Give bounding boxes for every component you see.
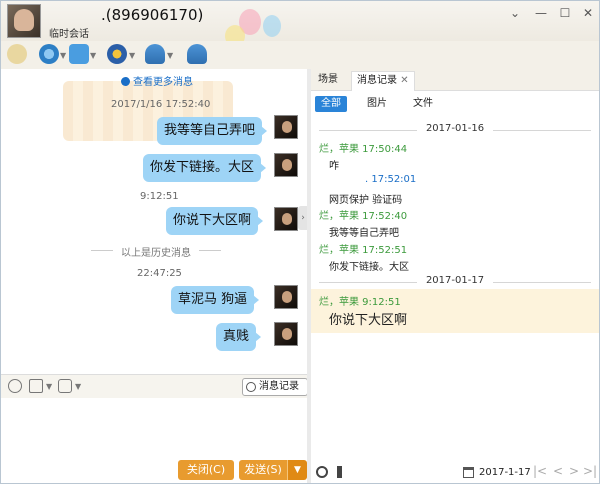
message-input[interactable] xyxy=(1,398,307,456)
chevron-down-icon[interactable]: ▼ xyxy=(90,51,96,60)
record-text: 我等等自己弄吧 xyxy=(329,228,399,239)
first-page-button[interactable]: |< xyxy=(533,464,547,478)
sender-avatar[interactable] xyxy=(274,322,298,346)
message-timestamp: 22:47:25 xyxy=(137,268,182,279)
record-meta: . 17:52:01 xyxy=(365,174,417,185)
speaker-icon[interactable] xyxy=(337,466,349,478)
filter-images[interactable]: 图片 xyxy=(361,96,393,112)
block-user-icon[interactable] xyxy=(145,44,165,64)
filter-files[interactable]: 文件 xyxy=(407,96,439,112)
sender-avatar[interactable] xyxy=(274,207,298,231)
history-footer: 2017-1-17 |< < > >| xyxy=(311,461,599,483)
send-bar: 关闭(C) 发送(S) ▼ xyxy=(1,456,307,483)
history-panel: 场景 消息记录 ✕ 全部 图片 文件 2017-01-16 烂，苹果 17:50… xyxy=(311,69,599,483)
tab-scene[interactable]: 场景 xyxy=(313,71,343,91)
record-meta: 烂，苹果 9:12:51 xyxy=(319,297,401,308)
message-timestamp: 9:12:51 xyxy=(140,191,179,202)
message-bubble[interactable]: 草泥马 狗逼 xyxy=(171,286,260,314)
view-more-link[interactable]: 查看更多消息 xyxy=(121,73,193,88)
message-bubble[interactable]: 真贱 xyxy=(216,323,262,351)
send-options-dropdown[interactable]: ▼ xyxy=(287,460,307,480)
remote-assist-icon[interactable] xyxy=(107,44,127,64)
history-date[interactable]: 2017-1-17 xyxy=(479,467,531,478)
message-bubble[interactable]: 我等等自己弄吧 xyxy=(157,117,268,145)
contact-name: .(896906170) xyxy=(101,6,204,24)
record-meta: 烂，苹果 17:50:44 xyxy=(319,144,408,155)
calendar-icon[interactable] xyxy=(463,467,474,478)
history-divider: 以上是历史消息 xyxy=(91,244,221,259)
filter-tabs: 全部 图片 文件 xyxy=(311,93,599,115)
close-window-button[interactable]: ✕ xyxy=(580,5,596,21)
scissors-icon[interactable] xyxy=(58,379,72,393)
emoji-icon[interactable] xyxy=(8,379,22,393)
minimize-button[interactable]: — xyxy=(533,5,549,21)
clock-icon xyxy=(246,382,256,392)
sender-avatar[interactable] xyxy=(274,115,298,139)
message-area[interactable]: 查看更多消息 2017/1/16 17:52:40 我等等自己弄吧 你发下链接。… xyxy=(1,69,307,374)
image-icon[interactable] xyxy=(29,379,43,393)
record-text: 你发下链接。大区 xyxy=(329,262,409,273)
chevron-down-icon[interactable]: ▼ xyxy=(167,51,173,60)
panel-tabs: 场景 消息记录 ✕ xyxy=(311,69,599,91)
record-text: 咋 xyxy=(329,161,339,172)
date-separator: 2017-01-17 xyxy=(311,275,599,289)
video-call-icon[interactable] xyxy=(39,44,59,64)
record-meta: 烂，苹果 17:52:40 xyxy=(319,211,408,222)
date-separator: 2017-01-16 xyxy=(311,123,599,137)
message-bubble[interactable]: 你说下大区啊 xyxy=(166,207,264,235)
folder-icon[interactable] xyxy=(69,44,89,64)
message-timestamp: 2017/1/16 17:52:40 xyxy=(111,99,211,110)
close-button[interactable]: 关闭(C) xyxy=(178,460,234,480)
action-toolbar: ▼ ▼ ▼ ▼ xyxy=(1,41,599,69)
next-page-button[interactable]: > xyxy=(569,464,579,478)
record-text: 网页保护 验证码 xyxy=(329,195,403,206)
selected-record[interactable]: 烂，苹果 9:12:51 你说下大区啊 xyxy=(311,289,599,333)
microphone-icon[interactable] xyxy=(7,44,27,64)
chevron-down-icon[interactable]: ▼ xyxy=(75,382,81,391)
chevron-down-icon[interactable]: ▼ xyxy=(60,51,66,60)
message-history-button[interactable]: 消息记录 ▾ xyxy=(242,378,308,408)
chat-window: .(896906170) 临时会话 ⌄ — ☐ ✕ ▼ ▼ ▼ ▼ 查看更多消息… xyxy=(0,0,600,484)
previous-page-button[interactable]: < xyxy=(553,464,563,478)
contact-avatar[interactable] xyxy=(7,4,41,38)
search-icon[interactable] xyxy=(316,466,328,478)
clock-icon xyxy=(121,77,130,86)
balloon-decoration xyxy=(263,15,281,37)
sender-avatar[interactable] xyxy=(274,153,298,177)
send-button[interactable]: 发送(S) xyxy=(239,460,287,480)
last-page-button[interactable]: >| xyxy=(583,464,597,478)
title-bar: .(896906170) 临时会话 ⌄ — ☐ ✕ xyxy=(1,1,599,47)
message-bubble[interactable]: 你发下链接。大区 xyxy=(143,154,267,182)
add-contact-icon[interactable] xyxy=(187,44,207,64)
dropdown-icon[interactable]: ⌄ xyxy=(507,5,523,21)
record-text: 你说下大区啊 xyxy=(329,313,408,328)
record-meta: 烂，苹果 17:52:51 xyxy=(319,245,408,256)
session-type-label: 临时会话 xyxy=(49,29,89,40)
filter-all[interactable]: 全部 xyxy=(315,96,347,112)
sender-avatar[interactable] xyxy=(274,285,298,309)
chevron-down-icon[interactable]: ▼ xyxy=(46,382,52,391)
input-toolbar: ▼ ▼ 消息记录 ▾ xyxy=(1,374,308,408)
maximize-button[interactable]: ☐ xyxy=(557,5,573,21)
tab-message-history[interactable]: 消息记录 ✕ xyxy=(351,71,415,91)
close-tab-icon[interactable]: ✕ xyxy=(400,75,408,86)
chevron-down-icon[interactable]: ▼ xyxy=(129,51,135,60)
